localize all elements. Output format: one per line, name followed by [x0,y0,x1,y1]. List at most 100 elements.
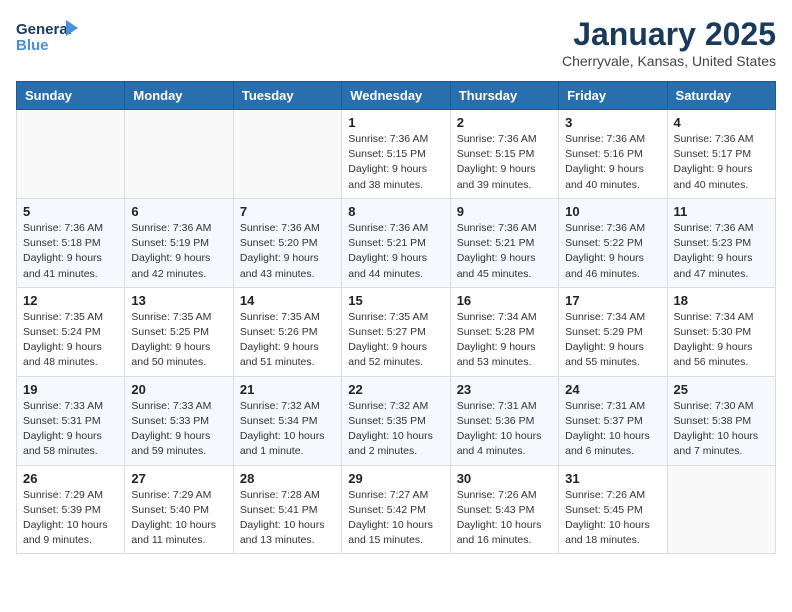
weekday-header: Thursday [450,82,558,110]
day-info: Sunrise: 7:34 AM Sunset: 5:30 PM Dayligh… [674,310,769,371]
calendar-cell [125,110,233,199]
day-info: Sunrise: 7:36 AM Sunset: 5:16 PM Dayligh… [565,132,660,193]
day-info: Sunrise: 7:28 AM Sunset: 5:41 PM Dayligh… [240,488,335,549]
day-info: Sunrise: 7:35 AM Sunset: 5:25 PM Dayligh… [131,310,226,371]
day-info: Sunrise: 7:36 AM Sunset: 5:17 PM Dayligh… [674,132,769,193]
day-number: 6 [131,204,226,219]
day-info: Sunrise: 7:33 AM Sunset: 5:33 PM Dayligh… [131,399,226,460]
calendar-cell: 27 Sunrise: 7:29 AM Sunset: 5:40 PM Dayli… [125,465,233,554]
day-number: 1 [348,115,443,130]
calendar-week-row: 26 Sunrise: 7:29 AM Sunset: 5:39 PM Dayli… [17,465,776,554]
calendar-cell: 17 Sunrise: 7:34 AM Sunset: 5:29 PM Dayli… [559,287,667,376]
calendar-week-row: 1 Sunrise: 7:36 AM Sunset: 5:15 PM Daylig… [17,110,776,199]
calendar-cell: 6 Sunrise: 7:36 AM Sunset: 5:19 PM Daylig… [125,198,233,287]
day-number: 23 [457,382,552,397]
calendar-cell: 2 Sunrise: 7:36 AM Sunset: 5:15 PM Daylig… [450,110,558,199]
day-number: 5 [23,204,118,219]
weekday-header: Sunday [17,82,125,110]
day-info: Sunrise: 7:36 AM Sunset: 5:21 PM Dayligh… [457,221,552,282]
day-info: Sunrise: 7:34 AM Sunset: 5:28 PM Dayligh… [457,310,552,371]
calendar-cell: 13 Sunrise: 7:35 AM Sunset: 5:25 PM Dayli… [125,287,233,376]
calendar-cell: 28 Sunrise: 7:28 AM Sunset: 5:41 PM Dayli… [233,465,341,554]
day-info: Sunrise: 7:26 AM Sunset: 5:45 PM Dayligh… [565,488,660,549]
day-number: 13 [131,293,226,308]
day-number: 17 [565,293,660,308]
calendar-cell: 31Sunrise: 7:26 AM Sunset: 5:45 PM Dayli… [559,465,667,554]
day-number: 7 [240,204,335,219]
day-info: Sunrise: 7:31 AM Sunset: 5:37 PM Dayligh… [565,399,660,460]
calendar-cell: 24Sunrise: 7:31 AM Sunset: 5:37 PM Dayli… [559,376,667,465]
weekday-header: Tuesday [233,82,341,110]
calendar-cell [233,110,341,199]
day-number: 20 [131,382,226,397]
calendar-header-row: SundayMondayTuesdayWednesdayThursdayFrid… [17,82,776,110]
day-info: Sunrise: 7:35 AM Sunset: 5:26 PM Dayligh… [240,310,335,371]
calendar-cell: 5Sunrise: 7:36 AM Sunset: 5:18 PM Daylig… [17,198,125,287]
calendar-cell: 7 Sunrise: 7:36 AM Sunset: 5:20 PM Daylig… [233,198,341,287]
location: Cherryvale, Kansas, United States [562,53,776,69]
day-number: 30 [457,471,552,486]
day-number: 12 [23,293,118,308]
day-info: Sunrise: 7:34 AM Sunset: 5:29 PM Dayligh… [565,310,660,371]
day-info: Sunrise: 7:26 AM Sunset: 5:43 PM Dayligh… [457,488,552,549]
calendar-cell: 26 Sunrise: 7:29 AM Sunset: 5:39 PM Dayli… [17,465,125,554]
calendar-cell: 11Sunrise: 7:36 AM Sunset: 5:23 PM Dayli… [667,198,775,287]
calendar-cell [667,465,775,554]
day-number: 27 [131,471,226,486]
day-number: 15 [348,293,443,308]
calendar-cell: 4 Sunrise: 7:36 AM Sunset: 5:17 PM Daylig… [667,110,775,199]
calendar-cell: 10Sunrise: 7:36 AM Sunset: 5:22 PM Dayli… [559,198,667,287]
weekday-header: Saturday [667,82,775,110]
day-number: 14 [240,293,335,308]
day-number: 4 [674,115,769,130]
day-number: 8 [348,204,443,219]
day-number: 29 [348,471,443,486]
day-info: Sunrise: 7:36 AM Sunset: 5:19 PM Dayligh… [131,221,226,282]
day-number: 22 [348,382,443,397]
calendar-cell: 20 Sunrise: 7:33 AM Sunset: 5:33 PM Dayli… [125,376,233,465]
day-info: Sunrise: 7:30 AM Sunset: 5:38 PM Dayligh… [674,399,769,460]
day-info: Sunrise: 7:36 AM Sunset: 5:21 PM Dayligh… [348,221,443,282]
day-number: 21 [240,382,335,397]
calendar-cell: 15 Sunrise: 7:35 AM Sunset: 5:27 PM Dayli… [342,287,450,376]
month-title: January 2025 [562,16,776,53]
calendar-cell: 19 Sunrise: 7:33 AM Sunset: 5:31 PM Dayli… [17,376,125,465]
weekday-header: Wednesday [342,82,450,110]
day-info: Sunrise: 7:27 AM Sunset: 5:42 PM Dayligh… [348,488,443,549]
calendar-week-row: 5Sunrise: 7:36 AM Sunset: 5:18 PM Daylig… [17,198,776,287]
logo: GeneralBlue [16,16,81,56]
calendar-cell [17,110,125,199]
weekday-header: Friday [559,82,667,110]
day-number: 16 [457,293,552,308]
svg-text:General: General [16,21,72,38]
day-number: 26 [23,471,118,486]
calendar-cell: 29 Sunrise: 7:27 AM Sunset: 5:42 PM Dayli… [342,465,450,554]
svg-text:Blue: Blue [16,37,49,54]
day-info: Sunrise: 7:33 AM Sunset: 5:31 PM Dayligh… [23,399,118,460]
day-info: Sunrise: 7:35 AM Sunset: 5:24 PM Dayligh… [23,310,118,371]
calendar-cell: 3Sunrise: 7:36 AM Sunset: 5:16 PM Daylig… [559,110,667,199]
day-number: 28 [240,471,335,486]
day-number: 11 [674,204,769,219]
day-number: 19 [23,382,118,397]
calendar-table: SundayMondayTuesdayWednesdayThursdayFrid… [16,81,776,554]
page-header: GeneralBlue January 2025 Cherryvale, Kan… [16,16,776,69]
calendar-week-row: 19 Sunrise: 7:33 AM Sunset: 5:31 PM Dayli… [17,376,776,465]
day-info: Sunrise: 7:36 AM Sunset: 5:22 PM Dayligh… [565,221,660,282]
calendar-cell: 9 Sunrise: 7:36 AM Sunset: 5:21 PM Daylig… [450,198,558,287]
calendar-cell: 22Sunrise: 7:32 AM Sunset: 5:35 PM Dayli… [342,376,450,465]
day-number: 9 [457,204,552,219]
calendar-cell: 25 Sunrise: 7:30 AM Sunset: 5:38 PM Dayli… [667,376,775,465]
day-info: Sunrise: 7:35 AM Sunset: 5:27 PM Dayligh… [348,310,443,371]
day-info: Sunrise: 7:29 AM Sunset: 5:39 PM Dayligh… [23,488,118,549]
day-info: Sunrise: 7:36 AM Sunset: 5:15 PM Dayligh… [457,132,552,193]
calendar-cell: 21Sunrise: 7:32 AM Sunset: 5:34 PM Dayli… [233,376,341,465]
calendar-cell: 30 Sunrise: 7:26 AM Sunset: 5:43 PM Dayli… [450,465,558,554]
day-info: Sunrise: 7:36 AM Sunset: 5:20 PM Dayligh… [240,221,335,282]
calendar-cell: 12 Sunrise: 7:35 AM Sunset: 5:24 PM Dayli… [17,287,125,376]
weekday-header: Monday [125,82,233,110]
calendar-cell: 16 Sunrise: 7:34 AM Sunset: 5:28 PM Dayli… [450,287,558,376]
day-info: Sunrise: 7:29 AM Sunset: 5:40 PM Dayligh… [131,488,226,549]
day-number: 2 [457,115,552,130]
day-number: 25 [674,382,769,397]
